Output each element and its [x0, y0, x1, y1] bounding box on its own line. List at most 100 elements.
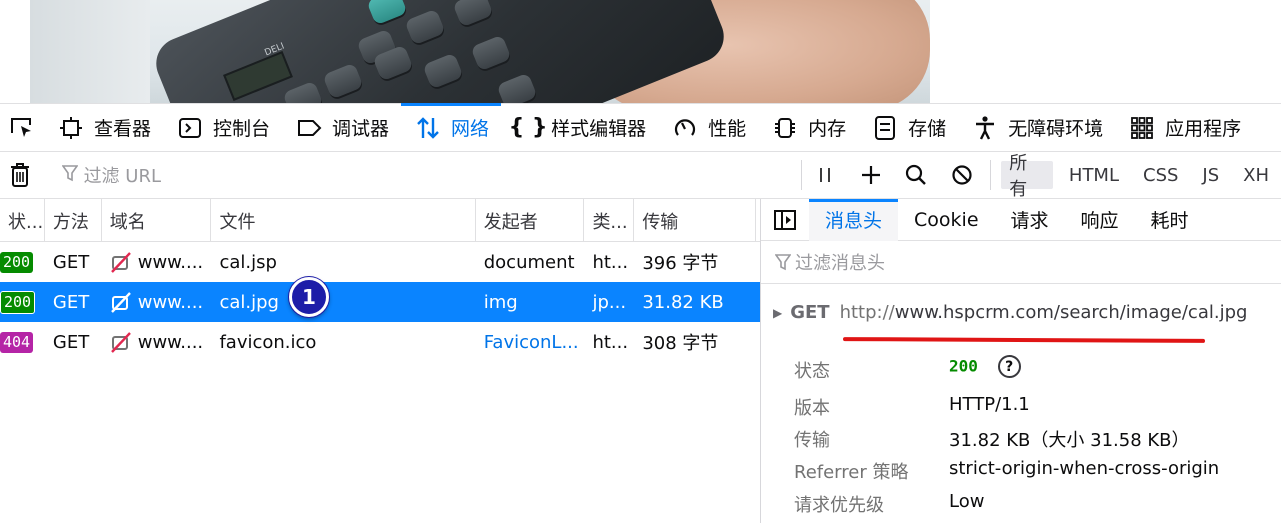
detail-version-value: HTTP/1.1 — [949, 394, 1030, 415]
pause-button[interactable] — [802, 152, 848, 198]
insecure-connection-icon — [110, 251, 132, 273]
status-badge: 200 — [0, 251, 34, 273]
type-filter-all[interactable]: 所有 — [1001, 153, 1053, 200]
request-transferred: 31.82 KB — [642, 291, 724, 313]
column-initiator[interactable]: 发起者 — [476, 199, 585, 242]
tab-console[interactable]: 控制台 — [163, 104, 282, 152]
annotation-underline — [842, 337, 1206, 343]
tab-style-editor[interactable]: { } 样式编辑器 — [501, 104, 658, 152]
debugger-icon — [296, 115, 322, 141]
panel-toggle-icon — [774, 209, 796, 230]
block-request-button[interactable] — [939, 152, 985, 198]
request-method: GET — [52, 331, 90, 353]
column-type[interactable]: 类... — [584, 199, 635, 242]
block-icon — [951, 165, 972, 185]
request-url-scheme: http:// — [839, 302, 895, 323]
request-summary[interactable]: ▶ GET http://www.hspcrm.com/search/image… — [761, 284, 1281, 341]
tab-inspector[interactable]: 查看器 — [44, 104, 163, 152]
details-tabs: 消息头 Cookie 请求 响应 耗时 — [761, 198, 1281, 241]
element-picker-icon — [11, 117, 31, 137]
column-method[interactable]: 方法 — [45, 199, 102, 242]
detail-key-version: 版本 — [794, 398, 830, 419]
tab-storage[interactable]: 存储 — [858, 104, 958, 152]
web-page-content: DELI — [0, 0, 1281, 103]
type-filter-css[interactable]: CSS — [1135, 161, 1186, 189]
filter-icon — [775, 253, 791, 271]
request-initiator: img — [483, 291, 518, 313]
request-domain: www.... — [137, 251, 204, 273]
tab-headers[interactable]: 消息头 — [809, 198, 899, 241]
type-filter-xhr[interactable]: XH — [1235, 161, 1277, 189]
tab-debugger[interactable]: 调试器 — [282, 104, 401, 152]
tab-request[interactable]: 请求 — [995, 199, 1065, 241]
request-url: www.hspcrm.com/search/image/cal.jpg — [894, 302, 1248, 323]
url-filter-input[interactable]: 过滤 URL — [40, 152, 802, 198]
storage-icon — [872, 115, 898, 141]
plus-icon — [861, 166, 880, 184]
help-icon[interactable]: ? — [997, 355, 1021, 378]
type-filter-html[interactable]: HTML — [1061, 161, 1127, 189]
performance-icon — [672, 115, 698, 141]
tab-performance[interactable]: 性能 — [658, 104, 758, 152]
tab-timings[interactable]: 耗时 — [1135, 199, 1205, 241]
request-initiator-link[interactable]: FaviconL... — [484, 332, 579, 353]
detail-referrer-policy-value: strict-origin-when-cross-origin — [949, 458, 1220, 479]
tab-application[interactable]: 应用程序 — [1115, 104, 1253, 152]
column-domain[interactable]: 域名 — [102, 199, 212, 242]
tab-accessibility[interactable]: 无障碍环境 — [958, 104, 1115, 152]
application-icon — [1129, 115, 1155, 141]
calculator-image: DELI — [30, 0, 930, 103]
request-file: favicon.ico — [219, 331, 317, 353]
tab-response[interactable]: 响应 — [1065, 199, 1135, 241]
column-file[interactable]: 文件 — [211, 199, 476, 242]
trash-icon — [10, 163, 29, 187]
search-icon — [905, 164, 926, 185]
devtools-screenshot: DELI 查看器 控制台 调试器 网络 {} 样式编辑器 性能 内存 存储 无… — [0, 0, 1281, 523]
inspector-icon — [58, 115, 84, 141]
tab-memory[interactable]: 内存 — [758, 104, 858, 152]
detail-status-value: 200 — [949, 356, 978, 376]
tab-cookies[interactable]: Cookie — [898, 199, 995, 241]
add-request-button[interactable] — [848, 152, 894, 198]
column-transferred[interactable]: 传输 — [634, 199, 756, 242]
request-details-panel: 消息头 Cookie 请求 响应 耗时 过滤消息头 ▶ GET http://w… — [760, 198, 1281, 523]
headers-filter-input[interactable]: 过滤消息头 — [761, 241, 1281, 284]
detail-priority-value: Low — [949, 491, 985, 512]
memory-icon — [772, 115, 798, 141]
accessibility-icon — [972, 115, 998, 141]
network-icon — [415, 115, 441, 141]
request-initiator: document — [483, 251, 575, 273]
expand-triangle-icon[interactable]: ▶ — [773, 306, 782, 320]
devtools-toolbar: 查看器 控制台 调试器 网络 { } 样式编辑器 性能 内存 存储 无障碍环境 … — [0, 102, 1281, 152]
request-transferred: 308 字节 — [642, 333, 719, 354]
network-filter-bar: 过滤 URL 所有 HTML CSS JS XH — [0, 152, 1281, 200]
column-status[interactable]: 状... — [0, 199, 45, 242]
request-method: GET — [790, 302, 830, 323]
request-type: ht... — [592, 251, 629, 273]
type-filter-js[interactable]: JS — [1194, 161, 1227, 189]
insecure-connection-icon — [110, 291, 132, 313]
table-header: 状... 方法 域名 文件 发起者 类... 传输 大 — [0, 199, 760, 242]
detail-key-transferred: 传输 — [794, 430, 830, 451]
request-type: jp... — [592, 291, 627, 313]
pause-icon — [820, 168, 830, 182]
style-editor-icon: { } — [508, 115, 548, 140]
detail-transferred-value: 31.82 KB（大小 31.58 KB） — [949, 430, 1190, 451]
request-file: cal.jpg — [219, 291, 279, 313]
request-domain: www.... — [137, 291, 204, 313]
request-type: ht... — [592, 331, 629, 353]
tab-network[interactable]: 网络 — [401, 102, 502, 152]
detail-key-priority: 请求优先级 — [794, 495, 884, 516]
table-row[interactable]: 404 GET www.... favicon.ico FaviconL... … — [0, 322, 760, 362]
status-badge: 404 — [0, 331, 34, 353]
request-method: GET — [52, 291, 90, 313]
element-picker-button[interactable] — [0, 104, 44, 152]
annotation-marker: 1 — [289, 277, 329, 317]
request-file: cal.jsp — [219, 251, 277, 273]
table-row[interactable]: 200 GET www.... cal.jsp document ht... 3… — [0, 242, 760, 282]
search-button[interactable] — [893, 152, 939, 198]
clear-button[interactable] — [0, 152, 40, 198]
table-row-selected[interactable]: 200 GET www.... cal.jpg img jp... 31.82 … — [0, 282, 760, 322]
toggle-sidebar-button[interactable] — [761, 199, 809, 241]
request-transferred: 396 字节 — [642, 253, 719, 274]
